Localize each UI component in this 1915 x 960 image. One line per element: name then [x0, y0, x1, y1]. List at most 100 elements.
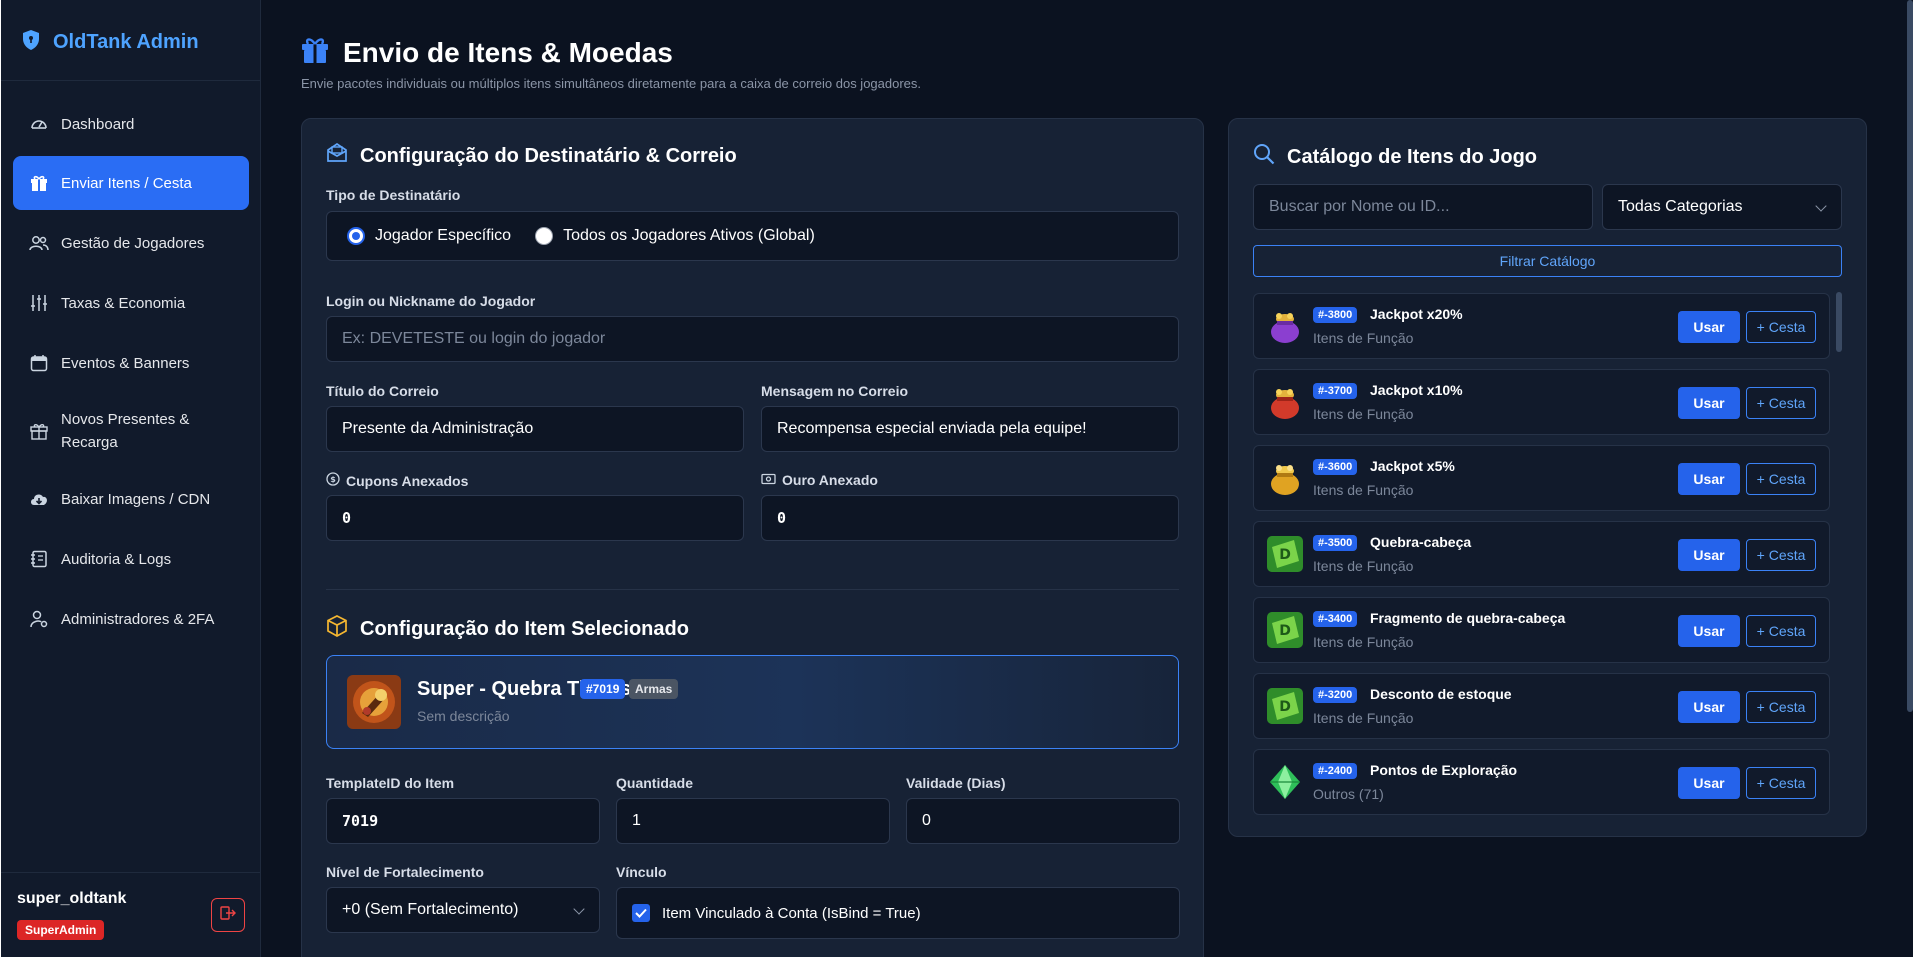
item-id-badge: #-2400 — [1313, 763, 1358, 779]
bind-checkbox-row[interactable]: Item Vinculado à Conta (IsBind = True) — [616, 887, 1180, 939]
section-title-item: Configuração do Item Selecionado — [326, 615, 689, 643]
item-id-badge: #-3800 — [1313, 307, 1358, 323]
catalog-card: Catálogo de Itens do Jogo Buscar por Nom… — [1228, 118, 1867, 837]
quantity-input[interactable]: 1 — [616, 798, 890, 844]
sidebar-item-dashboard[interactable]: Dashboard — [13, 97, 249, 151]
list-item: D #-3500 Quebra-cabeça Itens de Função U… — [1253, 521, 1830, 587]
item-name: Pontos de Exploração — [1370, 762, 1518, 778]
sidebar-item-label: Auditoria & Logs — [61, 550, 172, 568]
filter-catalog-button[interactable]: Filtrar Catálogo — [1253, 245, 1842, 277]
divider — [326, 589, 1179, 590]
red-bag-icon — [1266, 383, 1304, 421]
divider — [1, 872, 261, 873]
gift-icon — [29, 173, 49, 193]
add-to-basket-button[interactable]: + Cesta — [1746, 767, 1816, 799]
item-name: Desconto de estoque — [1370, 686, 1512, 702]
section-title-text: Configuração do Destinatário & Correio — [360, 144, 737, 167]
item-name: Jackpot x20% — [1370, 306, 1463, 322]
radio-all-players[interactable]: Todos os Jogadores Ativos (Global) — [535, 227, 815, 245]
radio-button[interactable] — [535, 227, 554, 245]
add-to-basket-button[interactable]: + Cesta — [1746, 463, 1816, 495]
sidebar-item-label: Administradores & 2FA — [61, 610, 215, 628]
radio-button[interactable] — [347, 227, 365, 245]
sidebar-item-label: Dashboard — [61, 115, 135, 133]
add-to-basket-button[interactable]: + Cesta — [1746, 539, 1816, 571]
admin-app: OldTank Admin Dashboard Enviar Itens / C… — [1, 0, 1913, 957]
use-item-button[interactable]: Usar — [1678, 615, 1740, 647]
add-to-basket-button[interactable]: + Cesta — [1746, 387, 1816, 419]
add-to-basket-button[interactable]: + Cesta — [1746, 691, 1816, 723]
box-icon — [326, 615, 348, 643]
logout-button[interactable] — [211, 898, 245, 932]
sidebar-item-taxas[interactable]: Taxas & Economia — [13, 276, 249, 330]
use-item-button[interactable]: Usar — [1678, 311, 1740, 343]
catalog-scrollbar[interactable] — [1836, 292, 1842, 352]
gold-input[interactable]: 0 — [761, 495, 1179, 541]
svg-text:D: D — [1279, 699, 1291, 715]
sidebar-item-auditoria[interactable]: Auditoria & Logs — [13, 532, 249, 586]
mail-title-input[interactable]: Presente da Administração — [326, 406, 744, 452]
coupons-label: $ Cupons Anexados — [326, 472, 468, 489]
selected-item-id-badge: #7019 — [580, 679, 626, 699]
mail-message-input[interactable]: Recompensa especial enviada pela equipe! — [761, 406, 1179, 452]
gauge-icon — [29, 114, 49, 134]
validity-input[interactable]: 0 — [906, 798, 1180, 844]
green-ticket-icon: D — [1266, 687, 1304, 725]
page-scrollbar[interactable] — [1907, 0, 1913, 712]
recipient-type-label: Tipo de Destinatário — [326, 187, 461, 203]
page-title: Envio de Itens & Moedas — [343, 36, 673, 68]
sidebar-item-enviar-itens[interactable]: Enviar Itens / Cesta — [13, 156, 249, 210]
coupons-input[interactable]: 0 — [326, 495, 744, 541]
radio-specific-player[interactable]: Jogador Específico — [347, 227, 511, 245]
item-category: Itens de Função — [1313, 710, 1414, 726]
svg-text:$: $ — [330, 475, 336, 484]
use-item-button[interactable]: Usar — [1678, 767, 1740, 799]
validity-label: Validade (Dias) — [906, 775, 1006, 791]
mail-icon — [326, 142, 348, 169]
plus-icon: + — [1756, 775, 1765, 791]
catalog-search-input[interactable]: Buscar por Nome ou ID... — [1253, 184, 1593, 230]
section-title-catalog: Catálogo de Itens do Jogo — [1253, 143, 1537, 171]
use-item-button[interactable]: Usar — [1678, 387, 1740, 419]
sidebar-item-novos-presentes[interactable]: Novos Presentes & Recarga — [13, 401, 249, 461]
cloud-download-icon — [29, 489, 49, 509]
svg-text:D: D — [1279, 547, 1291, 563]
bind-label: Vínculo — [616, 864, 667, 880]
strength-select-value: +0 (Sem Fortalecimento) — [342, 901, 519, 918]
radio-label: Jogador Específico — [375, 227, 512, 244]
use-item-button[interactable]: Usar — [1678, 691, 1740, 723]
sidebar-item-baixar-imagens[interactable]: Baixar Imagens / CDN — [13, 472, 249, 526]
sidebar-item-label: Enviar Itens / Cesta — [61, 174, 192, 192]
login-input[interactable]: Ex: DEVETESTE ou login do jogador — [326, 316, 1179, 362]
sidebar-item-label: Baixar Imagens / CDN — [61, 490, 211, 508]
strength-select[interactable]: +0 (Sem Fortalecimento) — [326, 887, 600, 933]
selected-item-card: Super - Quebra Tijolos #7019 Armas Sem d… — [326, 655, 1179, 749]
mail-config-card: Configuração do Destinatário & Correio T… — [301, 118, 1204, 957]
item-name: Quebra-cabeça — [1370, 534, 1472, 550]
green-ticket-icon: D — [1266, 611, 1304, 649]
cash-icon — [761, 472, 776, 488]
brand[interactable]: OldTank Admin — [21, 24, 199, 60]
bind-checkbox[interactable] — [632, 904, 650, 922]
catalog-category-select[interactable]: Todas Categorias — [1602, 184, 1842, 230]
green-gem-icon — [1266, 763, 1304, 801]
plus-icon: + — [1756, 623, 1765, 639]
template-id-input[interactable]: 7019 — [326, 798, 600, 844]
sidebar-item-eventos[interactable]: Eventos & Banners — [13, 336, 249, 390]
sidebar-item-administradores[interactable]: Administradores & 2FA — [13, 592, 249, 646]
mail-title-label: Título do Correio — [326, 383, 439, 399]
item-category: Itens de Função — [1313, 406, 1414, 422]
brand-name: OldTank Admin — [53, 30, 199, 53]
recipient-type-group: Jogador Específico Todos os Jogadores At… — [326, 211, 1179, 261]
add-to-basket-button[interactable]: + Cesta — [1746, 615, 1816, 647]
plus-icon: + — [1756, 547, 1765, 563]
page-subtitle: Envie pacotes individuais ou múltiplos i… — [301, 76, 922, 91]
login-label: Login ou Nickname do Jogador — [326, 293, 536, 309]
strength-label: Nível de Fortalecimento — [326, 864, 484, 880]
use-item-button[interactable]: Usar — [1678, 463, 1740, 495]
use-item-button[interactable]: Usar — [1678, 539, 1740, 571]
sidebar-item-jogadores[interactable]: Gestão de Jogadores — [13, 216, 249, 270]
plus-icon: + — [1756, 395, 1765, 411]
add-to-basket-button[interactable]: + Cesta — [1746, 311, 1816, 343]
search-icon — [1253, 143, 1275, 171]
